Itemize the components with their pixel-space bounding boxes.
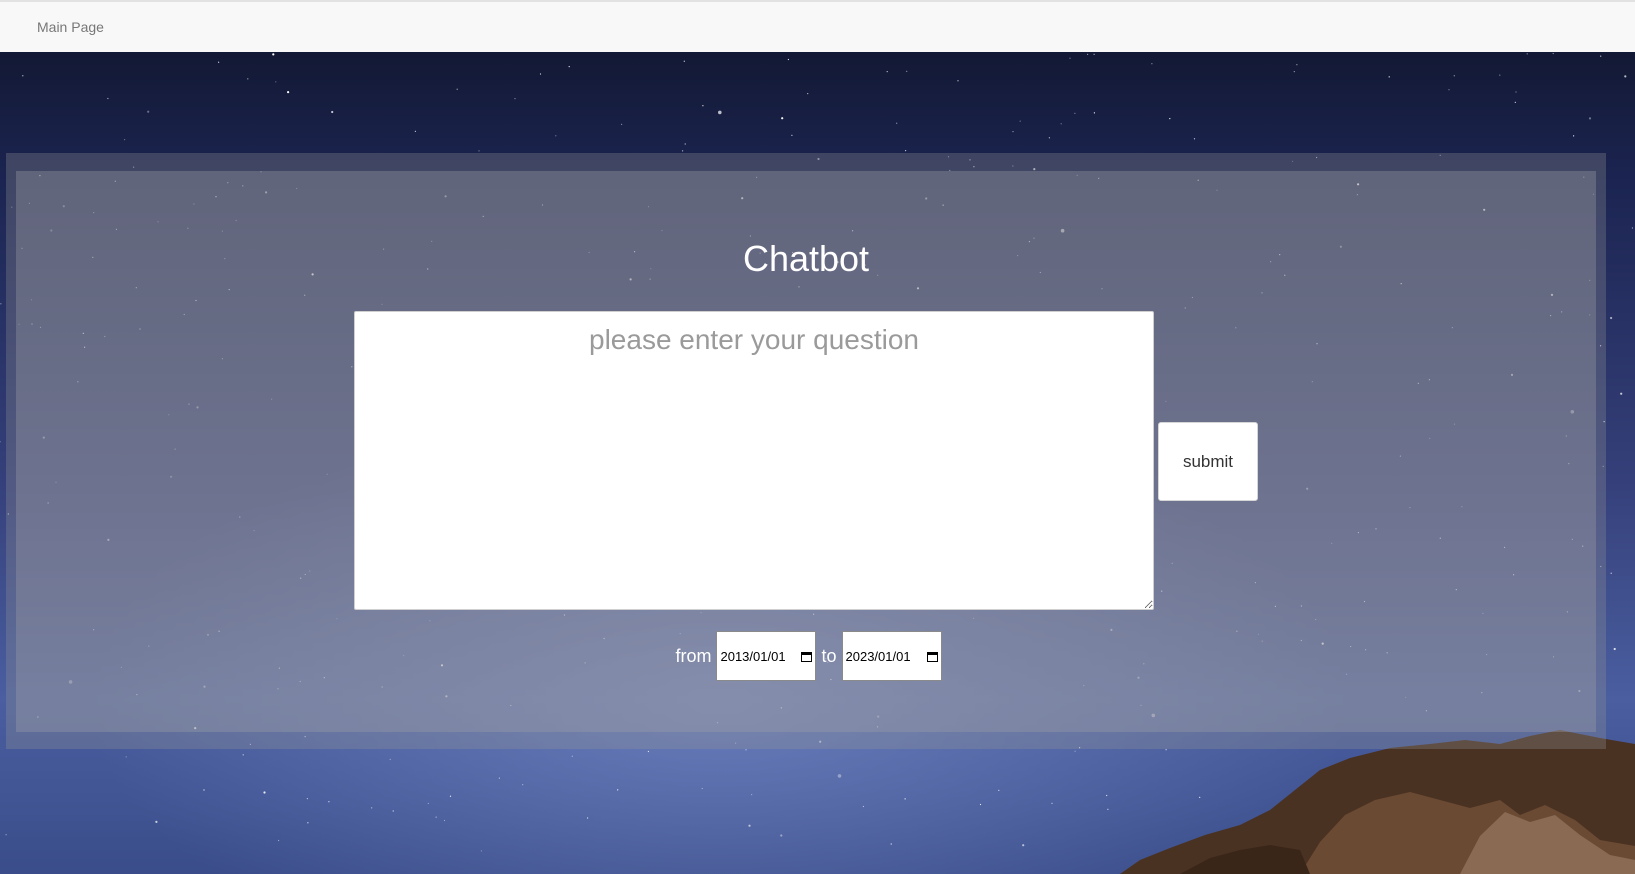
page-title: Chatbot [742,238,870,279]
from-date-input[interactable]: 2013/01/01 [716,631,817,681]
question-input[interactable] [354,311,1154,610]
calendar-icon[interactable] [926,651,938,662]
top-navbar: Main Page [0,0,1635,52]
submit-button[interactable]: submit [1158,422,1258,501]
to-date-input[interactable]: 2023/01/01 [841,631,942,681]
from-label: from [675,645,712,666]
from-date-value: 2013/01/01 [720,648,786,664]
calendar-icon[interactable] [801,651,813,662]
to-date-value: 2023/01/01 [845,648,911,664]
main-page-link[interactable]: Main Page [37,19,104,35]
date-range-row: from 2013/01/01 to 2023/01/01 [0,631,1612,681]
to-label: to [821,645,837,666]
